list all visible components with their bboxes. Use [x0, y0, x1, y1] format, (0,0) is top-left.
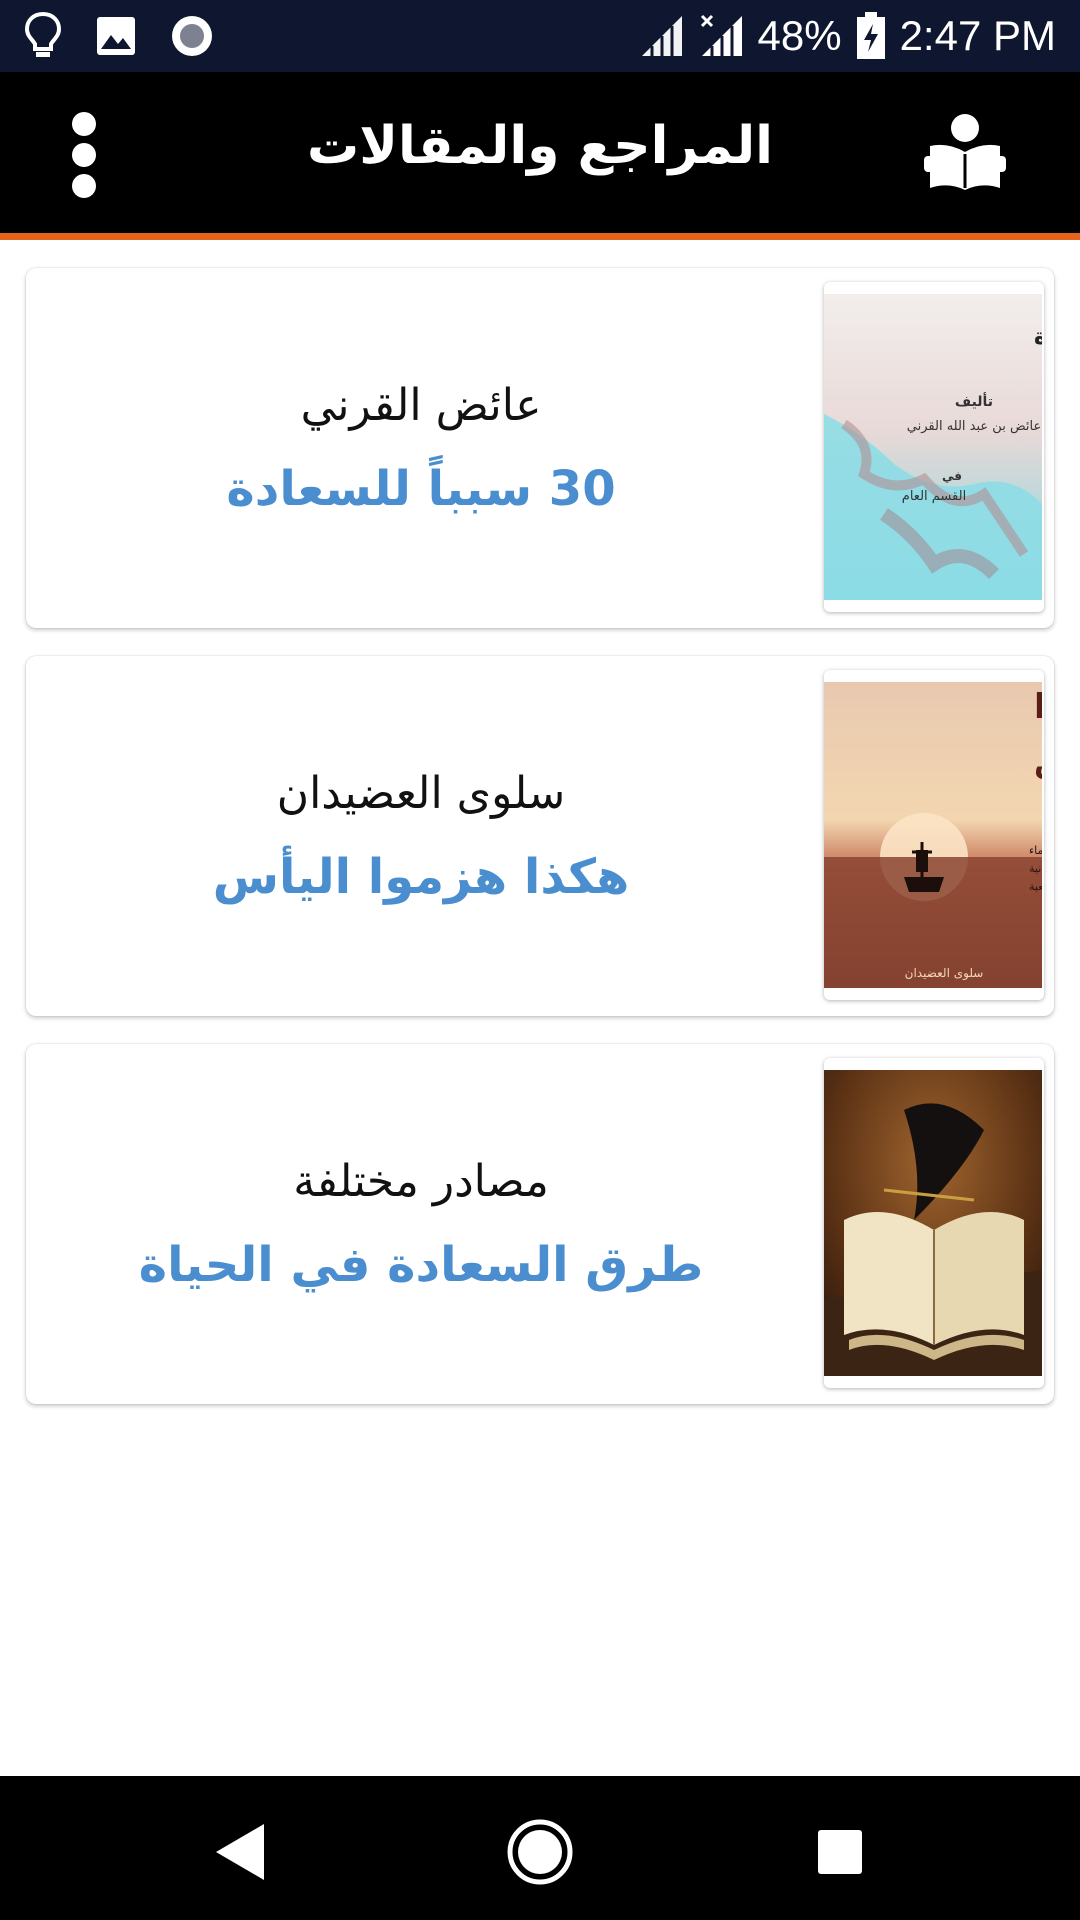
- signal-icon: [640, 14, 684, 58]
- book-title[interactable]: هكذا هزموا اليأس: [213, 849, 630, 905]
- battery-percentage: 48%: [757, 12, 842, 59]
- cover-line-text: تأليف: [955, 392, 993, 410]
- cover-line-text: حكايات واقعية: [1029, 880, 1042, 893]
- book-list: عائض القرني 30 سبباً للسعادة ة تأليف عائ…: [26, 268, 1054, 1432]
- cover-line-text: عائض بن عبد الله القرني: [907, 419, 1041, 434]
- lightbulb-icon: [24, 11, 62, 61]
- book-author: عائض القرني: [300, 379, 542, 431]
- book-author: سلوى العضيدان: [276, 767, 566, 819]
- book-card[interactable]: عائض القرني 30 سبباً للسعادة ة تأليف عائ…: [26, 268, 1054, 628]
- reading-person-icon: [922, 110, 1008, 196]
- page-title: المراجع والمقالات: [307, 116, 773, 176]
- clock: 2:47 PM: [899, 12, 1056, 59]
- battery-charging-icon: [856, 12, 886, 60]
- book-title[interactable]: طرق السعادة في الحياة: [139, 1237, 704, 1293]
- book-author: مصادر مختلفة: [293, 1155, 549, 1207]
- image-icon: [96, 16, 136, 56]
- cover-line-text: تجارب انسانية: [1029, 862, 1042, 875]
- book-card-text: عائض القرني 30 سبباً للسعادة: [26, 268, 816, 628]
- book-cover-image: [824, 1070, 1042, 1376]
- home-circle-icon[interactable]: [500, 1812, 580, 1892]
- app-bar: المراجع والمقالات: [0, 72, 1080, 240]
- cover-subtitle-text: هزموا اليأس: [1034, 742, 1042, 780]
- book-cover-thumbnail[interactable]: ثلاثون سبب للسعادة تأليف عائض بن عبد الل…: [824, 282, 1044, 612]
- record-icon: [170, 14, 214, 58]
- book-card-text: سلوى العضيدان هكذا هزموا اليأس: [26, 656, 816, 1016]
- book-card[interactable]: سلوى العضيدان هكذا هزموا اليأس ا ماء نية…: [26, 656, 1054, 1016]
- cover-title-text: هكذا: [1034, 687, 1042, 727]
- cover-line-text: قصص علماء: [1029, 844, 1042, 857]
- book-cover-thumbnail[interactable]: هكذا هزموا اليأس قصص علماء تجارب انسانية…: [824, 670, 1044, 1000]
- system-nav-bar: [0, 1776, 1080, 1920]
- book-cover-image: ثلاثون سبب للسعادة تأليف عائض بن عبد الل…: [824, 294, 1042, 600]
- status-bar: 48% 2:47 PM: [0, 0, 1080, 72]
- cover-line-text: في: [942, 469, 962, 483]
- signal-no-data-icon: [698, 14, 744, 58]
- cover-title-text: ثلاثون سبب للسعادة: [1034, 325, 1042, 350]
- cover-author-text: سلوى العضيدان: [905, 966, 984, 981]
- book-cover-image: هكذا هزموا اليأس قصص علماء تجارب انسانية…: [824, 682, 1042, 988]
- back-triangle-icon[interactable]: [200, 1812, 280, 1892]
- book-card[interactable]: مصادر مختلفة طرق السعادة في الحياة: [26, 1044, 1054, 1404]
- book-card-text: مصادر مختلفة طرق السعادة في الحياة: [26, 1044, 816, 1404]
- book-cover-thumbnail[interactable]: [824, 1058, 1044, 1388]
- recents-square-icon[interactable]: [800, 1812, 880, 1892]
- book-title[interactable]: 30 سبباً للسعادة: [226, 461, 615, 517]
- cover-line-text: القسم العام: [902, 489, 966, 504]
